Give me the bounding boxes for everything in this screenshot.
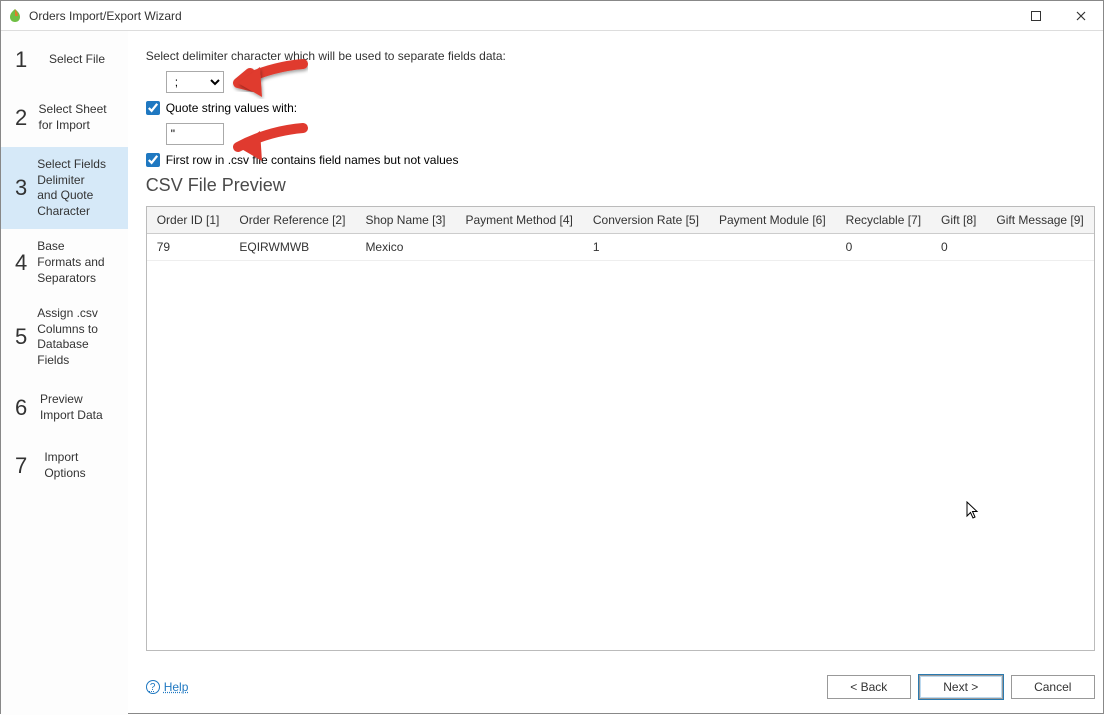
table-column-header[interactable]: Shop Name [3] (355, 207, 455, 234)
wizard-footer: ? Help < Back Next > Cancel (146, 663, 1095, 703)
first-row-label: First row in .csv file contains field na… (166, 153, 459, 167)
table-column-header[interactable]: Conversion Rate [5] (583, 207, 709, 234)
table-cell: EQIRWMWB (229, 234, 355, 261)
table-column-header[interactable]: Order ID [1] (147, 207, 230, 234)
table-column-header[interactable]: Gift [8] (931, 207, 986, 234)
wizard-step-5[interactable]: 5 Assign .csv Columns to Database Fields (1, 296, 128, 378)
titlebar: Orders Import/Export Wizard (1, 1, 1103, 31)
table-cell: 0 (931, 234, 986, 261)
wizard-step-7[interactable]: 7 Import Options (1, 437, 128, 495)
help-link[interactable]: ? Help (146, 680, 189, 694)
quote-input[interactable] (166, 123, 224, 145)
first-row-checkbox[interactable] (146, 153, 160, 167)
step-label: Select Sheet for Import (39, 102, 114, 133)
quote-checkbox[interactable] (146, 101, 160, 115)
maximize-button[interactable] (1013, 1, 1058, 31)
table-cell: 0 (836, 234, 931, 261)
back-button[interactable]: < Back (827, 675, 911, 699)
table-row[interactable]: 79EQIRWMWBMexico 1 00 (147, 234, 1094, 261)
step-label: Import Options (44, 450, 113, 481)
table-column-header[interactable]: Order Reference [2] (229, 207, 355, 234)
csv-preview-table-wrap: Order ID [1]Order Reference [2]Shop Name… (146, 206, 1095, 651)
delimiter-instruction: Select delimiter character which will be… (146, 49, 1095, 63)
wizard-step-3[interactable]: 3 Select Fields Delimiter and Quote Chara… (1, 147, 128, 229)
window-title: Orders Import/Export Wizard (29, 9, 1013, 23)
step-number: 1 (15, 47, 39, 73)
step-number: 5 (15, 324, 27, 350)
main-panel: Select delimiter character which will be… (128, 31, 1104, 715)
table-column-header[interactable]: Payment Module [6] (709, 207, 836, 234)
table-cell (986, 234, 1093, 261)
table-column-header[interactable]: Gift Message [9] (986, 207, 1093, 234)
delimiter-select[interactable]: ; (166, 71, 224, 93)
wizard-step-1[interactable]: 1 Select File (1, 31, 128, 89)
wizard-steps-sidebar: 1 Select File 2 Select Sheet for Import 3 Sel… (1, 31, 128, 715)
step-number: 4 (15, 250, 27, 276)
step-number: 3 (15, 175, 27, 201)
app-icon (7, 8, 23, 24)
step-label: Select Fields Delimiter and Quote Charac… (37, 157, 113, 219)
table-cell (709, 234, 836, 261)
next-button[interactable]: Next > (919, 675, 1003, 699)
step-number: 6 (15, 395, 30, 421)
step-number: 2 (15, 105, 29, 131)
step-number: 7 (15, 453, 34, 479)
preview-title: CSV File Preview (146, 175, 1095, 196)
quote-label: Quote string values with: (166, 101, 297, 115)
help-icon: ? (146, 680, 160, 694)
table-cell: Mexico (355, 234, 455, 261)
table-column-header[interactable]: Recyclable [7] (836, 207, 931, 234)
step-label: Preview Import Data (40, 392, 114, 423)
help-label: Help (164, 680, 189, 694)
table-cell: 79 (147, 234, 230, 261)
wizard-step-4[interactable]: 4 Base Formats and Separators (1, 229, 128, 296)
cancel-button[interactable]: Cancel (1011, 675, 1095, 699)
wizard-step-2[interactable]: 2 Select Sheet for Import (1, 89, 128, 147)
step-label: Base Formats and Separators (37, 239, 113, 286)
window-controls (1013, 1, 1103, 31)
table-cell (455, 234, 582, 261)
close-button[interactable] (1058, 1, 1103, 31)
step-label: Select File (49, 52, 111, 68)
csv-preview-table: Order ID [1]Order Reference [2]Shop Name… (147, 207, 1094, 261)
table-cell: 1 (583, 234, 709, 261)
table-column-header[interactable]: Payment Method [4] (455, 207, 582, 234)
wizard-step-6[interactable]: 6 Preview Import Data (1, 379, 128, 437)
step-label: Assign .csv Columns to Database Fields (37, 306, 113, 368)
